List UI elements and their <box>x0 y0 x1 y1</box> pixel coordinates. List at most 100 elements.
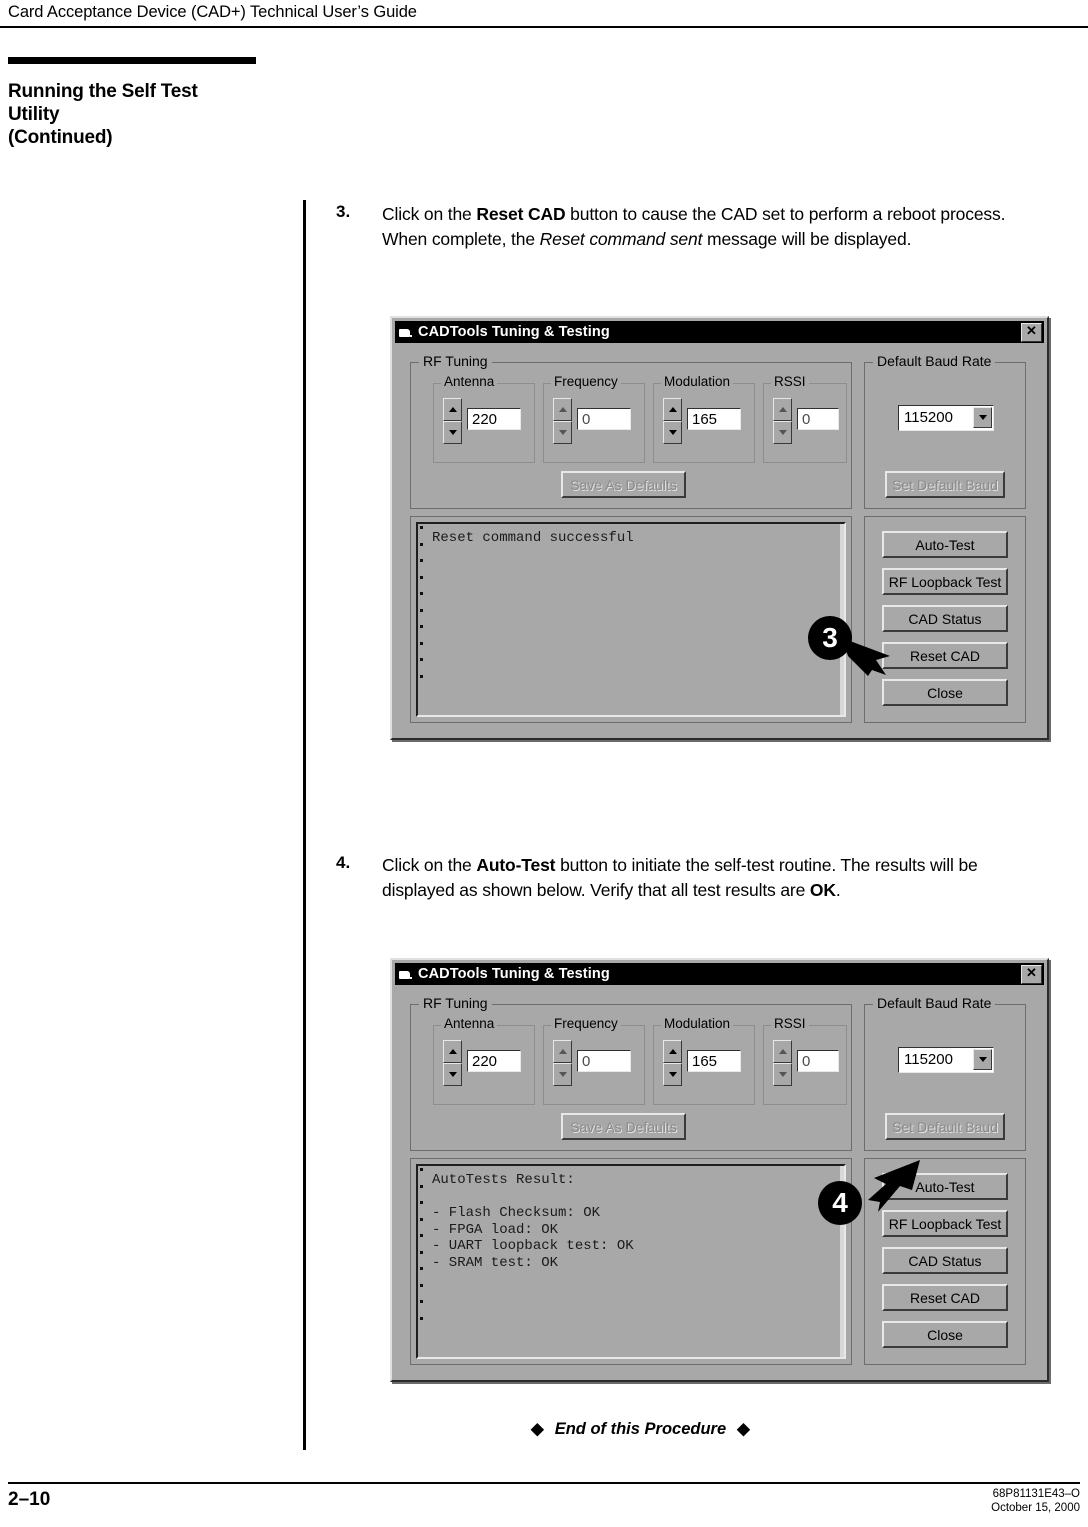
page-number: 2–10 <box>8 1489 51 1510</box>
baud-rate-select[interactable]: 115200 <box>898 405 994 431</box>
callout-badge-4: 4 <box>818 1181 862 1225</box>
antenna-input[interactable]: 220 <box>467 408 521 430</box>
header-divider <box>0 26 1088 28</box>
close-icon[interactable]: ✕ <box>1021 965 1042 984</box>
rssi-spin-down-icon[interactable] <box>773 1063 792 1086</box>
frequency-spinner[interactable] <box>553 398 572 444</box>
document-number: 68P81131E43–O <box>992 1488 1080 1500</box>
modulation-group: Modulation 165 <box>653 1016 755 1105</box>
chevron-down-icon[interactable] <box>973 1049 992 1070</box>
frequency-input[interactable]: 0 <box>577 408 631 430</box>
modulation-spin-up-icon[interactable] <box>663 1040 682 1063</box>
frequency-spin-down-icon[interactable] <box>553 421 572 444</box>
frequency-spin-up-icon[interactable] <box>553 1040 572 1063</box>
cad-status-button[interactable]: CAD Status <box>882 1247 1008 1274</box>
step-4-text: Click on the Auto-Test button to initiat… <box>382 855 978 900</box>
rssi-spinner[interactable] <box>773 398 792 444</box>
default-baud-rate-legend: Default Baud Rate <box>873 353 996 369</box>
rssi-input[interactable]: 0 <box>797 408 839 430</box>
antenna-spin-down-icon[interactable] <box>443 421 462 444</box>
application-icon <box>398 968 413 981</box>
frequency-spinner[interactable] <box>553 1040 572 1086</box>
textarea-line-ticks <box>420 526 423 713</box>
close-icon[interactable]: ✕ <box>1021 323 1042 342</box>
save-as-defaults-button[interactable]: Save As Defaults <box>561 471 686 498</box>
dialog-title: CADTools Tuning & Testing <box>418 966 610 982</box>
section-title-rule <box>8 57 256 64</box>
antenna-spinner[interactable] <box>443 1040 462 1086</box>
modulation-spin-down-icon[interactable] <box>663 421 682 444</box>
rssi-spin-up-icon[interactable] <box>773 398 792 421</box>
rssi-spinner[interactable] <box>773 1040 792 1086</box>
frequency-input[interactable]: 0 <box>577 1050 631 1072</box>
antenna-spin-up-icon[interactable] <box>443 398 462 421</box>
cadtools-dialog-screenshot-2: CADTools Tuning & Testing ✕ RF Tuning An… <box>390 958 1049 1382</box>
step-4-number: 4. <box>336 853 351 872</box>
antenna-spinner[interactable] <box>443 398 462 444</box>
modulation-spinner[interactable] <box>663 1040 682 1086</box>
antenna-group: Antenna 220 <box>433 1016 535 1105</box>
output-text: Reset command successful <box>432 530 634 546</box>
rssi-legend: RSSI <box>771 374 809 389</box>
rf-tuning-legend: RF Tuning <box>419 353 492 369</box>
save-as-defaults-button[interactable]: Save As Defaults <box>561 1113 686 1140</box>
antenna-legend: Antenna <box>441 1016 498 1031</box>
textarea-line-ticks <box>420 1168 423 1355</box>
rf-tuning-legend: RF Tuning <box>419 995 492 1011</box>
reset-cad-button[interactable]: Reset CAD <box>882 1284 1008 1311</box>
rssi-input[interactable]: 0 <box>797 1050 839 1072</box>
cad-status-button[interactable]: CAD Status <box>882 605 1008 632</box>
modulation-legend: Modulation <box>661 1016 734 1031</box>
set-default-baud-button[interactable]: Set Default Baud <box>885 1113 1005 1140</box>
modulation-spinner[interactable] <box>663 398 682 444</box>
cadtools-dialog-screenshot-1: CADTools Tuning & Testing ✕ RF Tuning An… <box>390 316 1049 740</box>
diamond-icon-right: ◆ <box>737 1420 750 1438</box>
default-baud-rate-group: Default Baud Rate 115200 Set Default Bau… <box>864 995 1026 1151</box>
modulation-input[interactable]: 165 <box>687 1050 741 1072</box>
content-column-rule <box>303 200 306 1450</box>
antenna-spin-up-icon[interactable] <box>443 1040 462 1063</box>
section-title-line-2: Utility <box>8 104 60 125</box>
end-of-procedure-label: End of this Procedure <box>554 1420 727 1438</box>
dialog-title: CADTools Tuning & Testing <box>418 324 610 340</box>
baud-rate-select[interactable]: 115200 <box>898 1047 994 1073</box>
rssi-spin-up-icon[interactable] <box>773 1040 792 1063</box>
default-baud-rate-legend: Default Baud Rate <box>873 995 996 1011</box>
antenna-group: Antenna 220 <box>433 374 535 463</box>
close-button[interactable]: Close <box>882 1321 1008 1348</box>
end-of-procedure: ◆ End of this Procedure ◆ <box>520 1419 761 1439</box>
antenna-spin-down-icon[interactable] <box>443 1063 462 1086</box>
step-4: 4. Click on the Auto-Test button to init… <box>336 853 1036 903</box>
antenna-legend: Antenna <box>441 374 498 389</box>
modulation-input[interactable]: 165 <box>687 408 741 430</box>
rssi-spin-down-icon[interactable] <box>773 421 792 444</box>
footer-doc-info: 68P81131E43–O October 15, 2000 <box>991 1487 1080 1515</box>
auto-test-button[interactable]: Auto-Test <box>882 531 1008 558</box>
action-buttons-group: Auto-Test RF Loopback Test CAD Status Re… <box>864 516 1026 723</box>
modulation-spin-down-icon[interactable] <box>663 1063 682 1086</box>
section-title-line-1: Running the Self Test <box>8 81 198 102</box>
section-title: Running the Self Test Utility (Continued… <box>8 80 288 149</box>
frequency-group: Frequency 0 <box>543 374 645 463</box>
frequency-spin-down-icon[interactable] <box>553 1063 572 1086</box>
rssi-legend: RSSI <box>771 1016 809 1031</box>
frequency-spin-up-icon[interactable] <box>553 398 572 421</box>
application-icon <box>398 326 413 339</box>
output-textarea[interactable]: AutoTests Result: - Flash Checksum: OK -… <box>416 1164 846 1359</box>
document-date: October 15, 2000 <box>991 1502 1080 1514</box>
running-header-title: Card Acceptance Device (CAD+) Technical … <box>8 3 417 21</box>
output-textarea[interactable]: Reset command successful <box>416 522 846 717</box>
antenna-input[interactable]: 220 <box>467 1050 521 1072</box>
close-button[interactable]: Close <box>882 679 1008 706</box>
set-default-baud-button[interactable]: Set Default Baud <box>885 471 1005 498</box>
rf-tuning-group: RF Tuning Antenna 220 Frequency 0 Modula… <box>410 353 852 509</box>
rf-loopback-test-button[interactable]: RF Loopback Test <box>882 568 1008 595</box>
rf-tuning-group: RF Tuning Antenna 220 Frequency 0 Modula… <box>410 995 852 1151</box>
rssi-group: RSSI 0 <box>763 374 847 463</box>
output-text: AutoTests Result: - Flash Checksum: OK -… <box>432 1172 634 1271</box>
modulation-spin-up-icon[interactable] <box>663 398 682 421</box>
frequency-legend: Frequency <box>551 1016 621 1031</box>
chevron-down-icon[interactable] <box>973 407 992 428</box>
callout-badge-3: 3 <box>808 616 852 660</box>
footer-divider <box>8 1482 1080 1484</box>
